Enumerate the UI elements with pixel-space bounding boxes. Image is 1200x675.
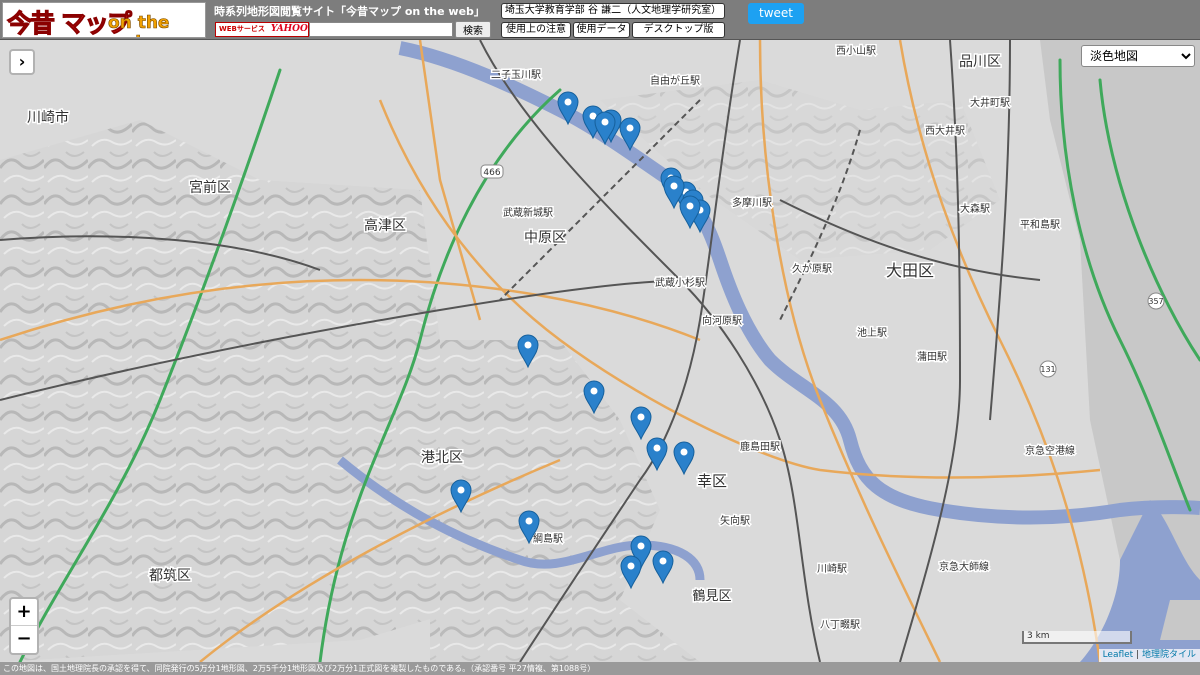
map-attribution: Leaflet | 地理院タイル [1098, 649, 1200, 662]
route-466-label: 466 [483, 168, 500, 178]
label-musashishinjo-sta: 武蔵新城駅 [503, 206, 553, 219]
site-title: 時系列地形図閲覧サイト「今昔マップ on the web」 [214, 5, 485, 18]
label-kashimada-sta: 鹿島田駅 [740, 440, 780, 453]
desktop-version-link[interactable]: デスクトップ版 [632, 22, 725, 38]
yahoo-badge-text: WEBサービス [219, 25, 265, 33]
label-kawasaki-sta: 川崎駅 [817, 562, 847, 575]
scale-bar: 3 km [1022, 631, 1132, 644]
label-kugahara-sta: 久が原駅 [792, 262, 832, 275]
map-viewport[interactable]: 川崎市 宮前区 高津区 中原区 大田区 港北区 都筑区 幸区 鶴見区 品川区 二… [0, 40, 1200, 662]
label-ota: 大田区 [886, 261, 934, 280]
map-canvas[interactable]: 川崎市 宮前区 高津区 中原区 大田区 港北区 都筑区 幸区 鶴見区 品川区 二… [0, 40, 1200, 662]
logo-ontheweb-text: on the web [108, 13, 170, 37]
basemap-layer-select[interactable]: 淡色地図 [1081, 45, 1195, 67]
route-357-label: 357 [1148, 297, 1163, 306]
route-131-label: 131 [1040, 365, 1055, 374]
label-miyamae: 宮前区 [189, 179, 231, 196]
copyright-footer: この地図は、国土地理院長の承認を得て、同院発行の5万分1地形図、2万5千分1地形… [0, 662, 1200, 675]
yahoo-webservice-badge[interactable]: WEBサービス YAHOO! [215, 22, 309, 37]
label-tamagawa-sta: 多摩川駅 [732, 196, 772, 209]
search-button[interactable]: 検索 [455, 21, 491, 38]
label-keikyu-daishi: 京急大師線 [939, 560, 989, 573]
yahoo-logo: YAHOO! [270, 24, 309, 34]
label-shinagawa: 品川区 [959, 54, 1001, 70]
label-ikegami-sta: 池上駅 [857, 326, 887, 339]
usage-notes-link[interactable]: 使用上の注意 [501, 22, 571, 38]
expand-panel-button[interactable]: › [9, 49, 35, 75]
label-nishioimachi-sta: 西大井駅 [925, 124, 965, 137]
label-kamata-sta: 蒲田駅 [917, 350, 947, 363]
leaflet-link[interactable]: Leaflet [1103, 650, 1134, 660]
label-omorimachi-sta: 大井町駅 [970, 96, 1010, 109]
zoom-in-button[interactable]: + [11, 599, 37, 626]
label-kawasaki-city: 川崎市 [27, 109, 69, 126]
label-nakahara: 中原区 [524, 230, 566, 246]
label-kohoku: 港北区 [421, 450, 463, 466]
tweet-button[interactable]: tweet [748, 3, 804, 24]
usage-data-link[interactable]: 使用データ [573, 22, 630, 38]
label-nishikoyama-sta: 西小山駅 [836, 45, 876, 57]
label-tsunashima-sta: 綱島駅 [533, 532, 563, 545]
label-heiwajima-sta: 平和島駅 [1020, 218, 1060, 231]
gsi-tiles-link[interactable]: 地理院タイル [1142, 650, 1196, 660]
label-futakotamagawa-sta: 二子玉川駅 [491, 69, 541, 81]
site-logo[interactable]: 今昔 マップ on the web [2, 2, 206, 38]
label-mukaigawara-sta: 向河原駅 [702, 314, 742, 327]
logo-imamukashi-text: 今昔 [6, 9, 55, 38]
label-tsurumi: 鶴見区 [692, 588, 731, 604]
attribution-separator: | [1133, 650, 1142, 660]
zoom-out-button[interactable]: − [11, 626, 37, 653]
author-link[interactable]: 埼玉大学教育学部 谷 謙二（人文地理学研究室） [501, 3, 725, 19]
label-yaguchi-sta: 矢向駅 [720, 514, 750, 527]
label-saiwai: 幸区 [697, 472, 727, 490]
label-keikyu-airport: 京急空港線 [1025, 444, 1075, 457]
label-omori-sta: 大森駅 [960, 202, 990, 215]
label-jiyugaoka-sta: 自由が丘駅 [650, 74, 700, 87]
zoom-control: + − [9, 597, 39, 655]
label-hatchonawate-sta: 八丁畷駅 [820, 619, 860, 631]
search-input[interactable] [309, 22, 453, 37]
label-tsuzuki: 都筑区 [149, 568, 191, 584]
label-musashikosugi-sta: 武蔵小杉駅 [655, 276, 705, 289]
header-bar: 今昔 マップ on the web 時系列地形図閲覧サイト「今昔マップ on t… [0, 0, 1200, 40]
label-takatsu: 高津区 [364, 217, 406, 234]
